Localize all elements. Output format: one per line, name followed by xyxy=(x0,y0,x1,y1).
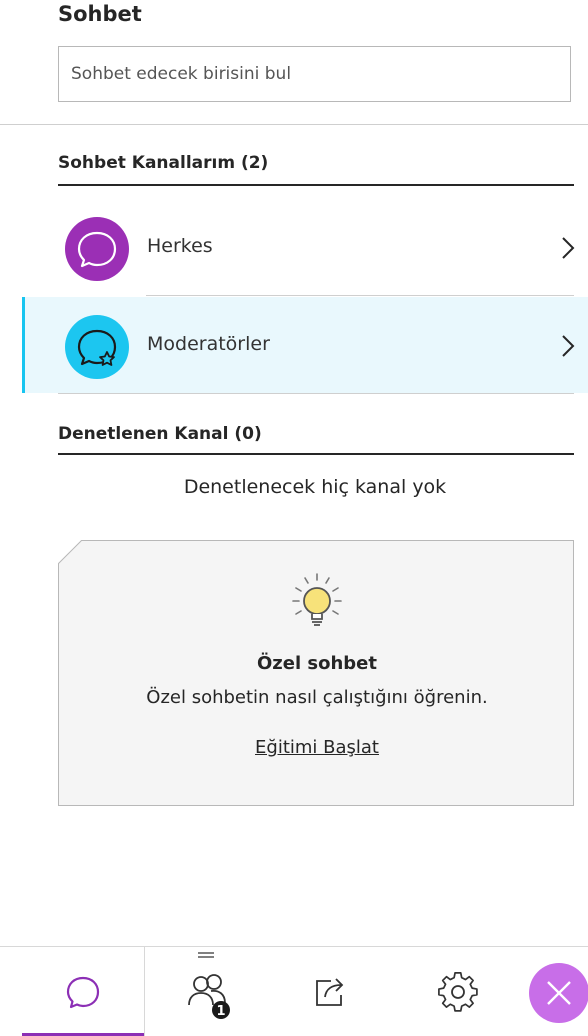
monitored-heading: Denetlenen Kanal (0) xyxy=(58,424,262,444)
chat-icon xyxy=(66,976,100,1009)
tip-title: Özel sohbet xyxy=(256,653,377,674)
divider xyxy=(146,295,574,296)
tip-description: Özel sohbetin nasıl çalıştığını öğrenin. xyxy=(146,687,488,708)
close-button[interactable] xyxy=(529,963,588,1023)
bottom-toolbar: 1 xyxy=(0,946,588,1036)
empty-state-text: Denetlenecek hiç kanal yok xyxy=(183,476,447,498)
chat-bubble-icon xyxy=(65,217,129,281)
chat-tab[interactable] xyxy=(22,947,145,1036)
participants-tab[interactable]: 1 xyxy=(170,947,250,1036)
lightbulb-icon xyxy=(292,573,342,626)
share-icon xyxy=(316,978,344,1006)
settings-tab[interactable] xyxy=(418,947,498,1036)
channel-item-moderatorler[interactable]: Moderatörler xyxy=(22,297,588,393)
divider xyxy=(58,393,574,394)
start-tutorial-link[interactable]: Eğitimi Başlat xyxy=(255,737,379,758)
chevron-right-icon xyxy=(562,237,575,259)
tip-card: Özel sohbet Özel sohbetin nasıl çalıştığ… xyxy=(58,540,574,806)
chevron-right-icon xyxy=(562,335,575,357)
search-input[interactable] xyxy=(58,46,571,102)
close-icon xyxy=(547,981,571,1005)
channel-label: Moderatörler xyxy=(147,333,270,355)
gear-icon xyxy=(438,972,478,1012)
share-tab[interactable] xyxy=(290,947,370,1036)
divider xyxy=(0,124,588,125)
section-rule xyxy=(58,184,574,186)
section-rule xyxy=(58,453,574,455)
page-fold-icon xyxy=(58,540,82,564)
moderator-chat-icon xyxy=(65,315,129,379)
my-channels-heading: Sohbet Kanallarım (2) xyxy=(58,153,269,173)
participants-icon: 1 xyxy=(188,974,230,1019)
panel-title: Sohbet xyxy=(58,2,142,26)
channel-item-herkes[interactable]: Herkes xyxy=(22,199,588,295)
channel-label: Herkes xyxy=(147,235,213,257)
participant-count-badge: 1 xyxy=(216,1004,225,1019)
drag-handle-icon xyxy=(198,952,214,958)
